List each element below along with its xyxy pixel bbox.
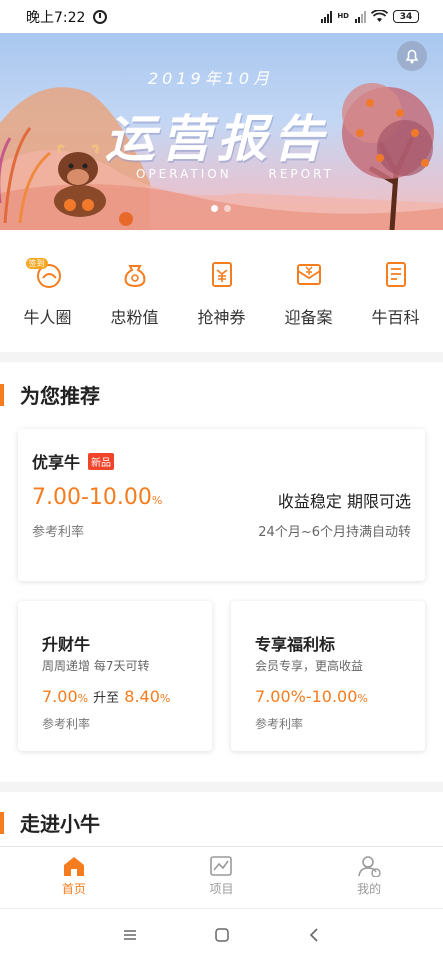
money-bag-icon: [117, 256, 153, 292]
app-page: 晚上7:22 HD 34 2019年10月 运营报告 OPERATION REP…: [0, 0, 443, 960]
product-feature: 收益稳定 期限可选: [277, 492, 411, 511]
network-type-label: HD: [337, 12, 349, 20]
rate-unit: %: [159, 692, 171, 705]
product-rate: 7.00% 升至 8.40%: [42, 687, 170, 706]
rate-end: 8.40: [124, 687, 160, 706]
product-desc: 24个月~6个月持满自动转: [258, 525, 411, 540]
product-rate: 7.00-10.00%: [32, 485, 162, 510]
home-icon: [63, 857, 84, 876]
product-name: 专享福利标: [255, 635, 336, 654]
quick-item-label: 牛人圈: [23, 308, 72, 327]
battery-icon: 34: [393, 10, 419, 23]
product-name: 升财牛: [42, 635, 91, 654]
section-title-text: 走进小牛: [20, 812, 100, 836]
carousel-dot-active[interactable]: [211, 205, 218, 212]
product-name-text: 优享牛: [32, 453, 81, 472]
yen-envelope-icon: [291, 256, 327, 292]
quick-item-label: 迎备案: [284, 308, 333, 327]
wifi-icon: [371, 10, 388, 22]
rate-unit: %: [151, 494, 163, 507]
status-indicators: HD 34: [321, 10, 419, 23]
banner-subtitle: OPERATION REPORT: [136, 167, 334, 181]
enter-section: 走进小牛: [0, 782, 443, 846]
document-icon: [378, 256, 414, 292]
rate-value: 7.00%-10.00: [255, 687, 358, 706]
carousel-indicator: [211, 205, 231, 212]
carousel-dot[interactable]: [224, 205, 231, 212]
quick-item-zhongfenzhi[interactable]: 忠粉值: [92, 230, 178, 352]
banner-carousel[interactable]: 2019年10月 运营报告 OPERATION REPORT: [0, 33, 443, 230]
section-title: 为您推荐: [0, 380, 100, 409]
bottom-tab-bar: 首页 项目 我的: [0, 846, 443, 908]
tab-label: 项目: [209, 882, 234, 896]
coupon-icon: [204, 256, 240, 292]
tab-home[interactable]: 首页: [24, 847, 124, 908]
tab-label: 首页: [61, 882, 86, 896]
checkin-tag: 签到: [25, 258, 48, 269]
product-name: 优享牛 新品: [32, 449, 115, 473]
quick-item-label: 牛百科: [371, 308, 420, 327]
section-title: 走进小牛: [0, 808, 100, 837]
user-icon: [358, 856, 381, 877]
quick-menu: 签到 牛人圈 忠粉值 抢神券 迎备案 牛百科: [0, 230, 443, 352]
new-badge: 新品: [88, 452, 115, 470]
rate-label: 参考利率: [32, 525, 85, 540]
back-icon[interactable]: [302, 923, 326, 947]
quick-item-niubaike[interactable]: 牛百科: [353, 230, 439, 352]
section-accent-bar: [0, 383, 4, 406]
quick-item-label: 抢神券: [197, 308, 246, 327]
section-title-text: 为您推荐: [20, 384, 100, 408]
banner-title: 运营报告: [105, 110, 329, 168]
product-desc: 会员专享，更高收益: [255, 659, 364, 673]
quick-item-qiangshenquan[interactable]: 抢神券: [179, 230, 265, 352]
product-card-exclusive[interactable]: 专享福利标 会员专享，更高收益 7.00%-10.00% 参考利率: [231, 601, 425, 751]
menu-icon[interactable]: [118, 923, 142, 947]
tab-profile[interactable]: 我的: [319, 847, 419, 908]
rate-label: 参考利率: [42, 717, 91, 731]
product-card-featured[interactable]: 优享牛 新品 7.00-10.00% 参考利率 收益稳定 期限可选 24个月~6…: [18, 429, 425, 581]
quick-item-yingbeian[interactable]: 迎备案: [266, 230, 352, 352]
product-desc: 周周递增 每7天可转: [42, 659, 150, 673]
rate-unit: %: [357, 692, 368, 705]
rate-value: 7.00-10.00: [32, 485, 152, 510]
signal-icon-2: [355, 10, 366, 23]
rate-start: 7.00: [42, 687, 78, 706]
product-rate: 7.00%-10.00%: [255, 687, 368, 706]
notification-bell-icon[interactable]: [397, 41, 427, 71]
status-bar: 晚上7:22 HD 34: [0, 0, 443, 33]
section-accent-bar: [0, 811, 4, 834]
rate-unit: %: [77, 692, 89, 705]
chart-icon: [210, 856, 233, 876]
tab-label: 我的: [357, 882, 382, 896]
home-square-icon[interactable]: [210, 923, 234, 947]
product-card-shengcainiu[interactable]: 升财牛 周周递增 每7天可转 7.00% 升至 8.40% 参考利率: [18, 601, 212, 751]
tab-projects[interactable]: 项目: [171, 847, 271, 908]
quick-item-niurenquan[interactable]: 签到 牛人圈: [5, 230, 91, 352]
alarm-icon: [93, 9, 108, 24]
recommend-section: 为您推荐 优享牛 新品 7.00-10.00% 参考利率 收益稳定 期限可选 2…: [0, 362, 443, 782]
rate-label: 参考利率: [255, 717, 304, 731]
rate-mid-text: 升至: [93, 691, 120, 706]
system-nav-bar: [0, 908, 443, 960]
banner-year: 2019年10月: [148, 69, 274, 88]
signal-icon: [321, 10, 333, 23]
status-time: 晚上7:22: [26, 9, 86, 26]
quick-item-label: 忠粉值: [110, 308, 159, 327]
